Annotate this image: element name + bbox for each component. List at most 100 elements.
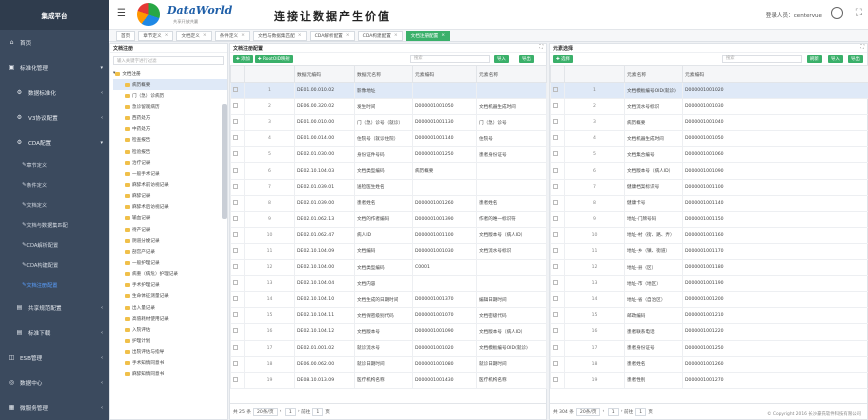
grid2-search-input[interactable]: 搜索 <box>722 55 802 63</box>
row-checkbox[interactable] <box>550 323 565 341</box>
current-page2[interactable]: 1 <box>607 407 619 416</box>
checkbox-icon[interactable] <box>233 119 238 125</box>
table-row[interactable]: 18 DE06.00.062.00 就诊日期时间 D000001001080 就诊日期时… <box>230 355 547 373</box>
checkbox-icon[interactable] <box>233 103 238 109</box>
checkbox-icon[interactable] <box>233 376 238 382</box>
checkbox-icon[interactable] <box>553 103 558 109</box>
export-button[interactable]: 导出 <box>519 55 534 63</box>
checkbox-icon[interactable] <box>553 183 558 189</box>
column-header[interactable]: 元素编码 <box>682 65 868 83</box>
tree-node[interactable]: 急诊留观病历 <box>113 101 227 112</box>
tree-node[interactable]: 输血记录 <box>113 213 227 224</box>
tree-node[interactable]: 剖宫产记录 <box>113 246 227 257</box>
tree-node[interactable]: 门（急）诊病历 <box>113 90 227 101</box>
tree-node[interactable]: 手术知情同意书 <box>113 358 227 369</box>
row-checkbox[interactable] <box>230 162 245 180</box>
table-row[interactable]: 1文档模板编号OID(就诊)D000001001020/templateId <box>550 81 868 100</box>
checkbox-icon[interactable] <box>553 87 558 93</box>
checkbox-icon[interactable] <box>233 215 238 221</box>
row-checkbox[interactable] <box>550 226 565 244</box>
table-row[interactable]: 3 DE01.00.010.00 门（急）诊号（就诊） D000001001130 门（… <box>230 114 547 132</box>
checkbox-icon[interactable] <box>553 296 558 302</box>
row-checkbox[interactable] <box>550 339 565 357</box>
sidebar-item[interactable]: ▣ 标准化管理 ▾ <box>0 55 109 80</box>
sidebar-item[interactable]: ◫ ESB管理 ‹ <box>0 345 109 370</box>
table-row[interactable]: 15邮政编码D000001001210/recordTarget/patient… <box>550 307 868 325</box>
table-row[interactable]: 11 DE02.10.104.09 文档编码 D000001001030 文档流水号标识… <box>230 242 547 261</box>
checkbox-icon[interactable] <box>233 231 238 237</box>
tree-node[interactable]: 高值耗材使用记录 <box>113 313 227 324</box>
tab-item[interactable]: 章节定义 × <box>138 30 174 41</box>
close-icon[interactable]: × <box>165 33 169 38</box>
tree-node[interactable]: 护理计划 <box>113 335 227 346</box>
tree-node[interactable]: 麻醉术前访视记录 <box>113 179 227 190</box>
next-page-icon[interactable]: › <box>298 409 300 414</box>
row-checkbox[interactable] <box>550 114 565 132</box>
table-row[interactable]: 13 DE02.10.104.04 文档内容 <box>230 275 547 293</box>
row-checkbox[interactable] <box>230 81 245 100</box>
table-row[interactable]: 2 DE06.00.320.02 发生时间 D000001001050 文档机器生成时间… <box>230 98 547 116</box>
close-icon[interactable]: × <box>298 33 302 38</box>
table-row[interactable]: 4 DE01.00.014.00 住院号（就诊住院） D000001001140 住院号… <box>230 130 547 148</box>
tree-node[interactable]: 手术护理记录 <box>113 280 227 291</box>
tree-node[interactable]: 入院评估 <box>113 324 227 335</box>
row-checkbox[interactable] <box>230 307 245 325</box>
row-checkbox[interactable] <box>230 291 245 309</box>
row-checkbox[interactable] <box>550 291 565 309</box>
checkbox-icon[interactable] <box>233 87 238 93</box>
table-row[interactable]: 7 DE02.01.039.01 送检医生姓名 <box>230 178 547 196</box>
table-row[interactable]: 8DE02.01.039.00患者姓名D000001001260患者姓名/rec… <box>230 194 547 212</box>
tab-item[interactable]: 条件定义 × <box>214 30 250 41</box>
table-row[interactable]: 12地址-县（区）D000001001180/recordTarget/pati… <box>550 259 868 277</box>
goto2-input[interactable]: 1 <box>635 407 647 416</box>
table-row[interactable]: 8健康卡号D000001001140/recordTarget/patientR… <box>550 194 868 212</box>
page-size2-select[interactable]: 20条/页 <box>575 407 601 416</box>
checkbox-icon[interactable] <box>553 312 558 318</box>
row-checkbox[interactable] <box>550 81 565 100</box>
tab-item[interactable]: CDA解析配置 × <box>309 30 355 41</box>
root-oid-button[interactable]: ✚ RootOID映射 <box>254 55 293 63</box>
checkbox-icon[interactable] <box>553 360 558 366</box>
tree-root[interactable]: ▾ 文档注册 <box>113 68 227 79</box>
table-row[interactable]: 4文档机器生成时间D000001001050/effectiveTime <box>550 130 868 148</box>
table-row[interactable]: 10 DE02.01.062.47 病人ID D000001001100 文档版本号（病… <box>230 226 547 244</box>
tree-node[interactable]: 阴道分娩记录 <box>113 235 227 246</box>
expand-icon[interactable]: ⛶ <box>860 44 864 50</box>
checkbox-icon[interactable] <box>553 376 558 382</box>
checkbox-icon[interactable] <box>233 264 238 270</box>
row-checkbox[interactable] <box>550 146 565 164</box>
scrollbar[interactable] <box>222 104 227 219</box>
table-row[interactable]: 6 DE02.10.104.03 文档类型编码 病历概要 <box>230 162 547 180</box>
table-row[interactable]: 7健康档案标识号D000001001100/recordTarget/patie… <box>550 178 868 196</box>
current-page[interactable]: 1 <box>284 407 296 416</box>
table-row[interactable]: 19患者性别D000001001270/recordTarget/patient… <box>550 371 868 389</box>
checkbox-icon[interactable] <box>233 296 238 302</box>
row-checkbox[interactable] <box>230 114 245 132</box>
tab-item[interactable]: 文档与数据集匹配 × <box>252 30 307 41</box>
tree-node[interactable]: 出入量记录 <box>113 302 227 313</box>
import-button[interactable]: 导入 <box>494 55 509 63</box>
tab-item[interactable]: 文档定义 × <box>176 30 212 41</box>
row-checkbox[interactable] <box>230 242 245 261</box>
row-checkbox[interactable] <box>550 275 565 293</box>
checkbox-icon[interactable] <box>553 344 558 350</box>
tree-node[interactable]: 西药处方 <box>113 113 227 124</box>
checkbox-icon[interactable] <box>553 328 558 334</box>
table-row[interactable]: 10地址-村（街、路、弄）D000001001160/recordTarget/… <box>550 226 868 244</box>
table-row[interactable]: 5 DE02.01.030.00 身份证件号码 D000001001250 患者身份证号… <box>230 146 547 164</box>
sidebar-item[interactable]: ⚙ CDA配置 ▾ <box>0 130 109 155</box>
table-row[interactable]: 15 DE02.10.104.11 文档保密级别代码 D000001001070 文档密… <box>230 307 547 325</box>
checkbox-icon[interactable] <box>553 264 558 270</box>
column-header[interactable]: 数据元编码 <box>294 65 355 83</box>
tree-node[interactable]: 检验报告 <box>113 146 227 157</box>
checkbox-icon[interactable] <box>233 183 238 189</box>
row-checkbox[interactable] <box>230 355 245 373</box>
row-checkbox[interactable] <box>230 178 245 196</box>
tree-node[interactable]: 病重（病危）护理记录 <box>113 269 227 280</box>
checkbox-icon[interactable] <box>233 360 238 366</box>
checkbox-icon[interactable] <box>553 280 558 286</box>
row-checkbox[interactable] <box>230 259 245 277</box>
row-checkbox[interactable] <box>230 130 245 148</box>
sidebar-item[interactable]: ◎ 数据中心 ‹ <box>0 370 109 395</box>
add-button[interactable]: ✚ 添加 <box>233 55 253 63</box>
